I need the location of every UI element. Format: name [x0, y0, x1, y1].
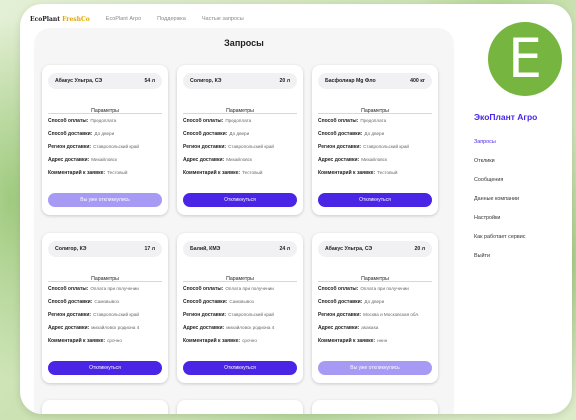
respond-button[interactable]: Откликнуться	[48, 361, 162, 375]
brand-logo[interactable]: EcoPlant FreshCo	[30, 16, 90, 23]
comment-row: Комментарий к заявке: срочно	[183, 338, 257, 344]
divider	[318, 113, 432, 114]
product-name: Балий, КМЭ	[190, 246, 221, 252]
comment-row: Комментарий к заявке: Тестовый	[318, 170, 398, 176]
sidebar-item-how-it-works[interactable]: Как работает сервис	[474, 234, 525, 240]
company-name: ЭкоПлант Агро	[474, 112, 538, 122]
comment-row: Комментарий к заявке: Тестовый	[183, 170, 263, 176]
product-quantity: 400 кг	[410, 78, 425, 84]
respond-button[interactable]: Откликнуться	[183, 193, 297, 207]
payment-row: Способ оплаты: Оплата при получении	[318, 286, 409, 292]
divider	[183, 281, 297, 282]
address-row: Адрес доставки: Михайловск	[318, 157, 387, 163]
card-header: Басфолиар Mg Фло 400 кг	[318, 73, 432, 89]
logo-letter: E	[507, 27, 543, 90]
delivery-row: Способ доставки: До двери	[48, 131, 115, 137]
product-name: Солигор, КЭ	[55, 246, 87, 252]
region-row: Регион доставки: Ставропольский край	[48, 144, 139, 150]
nav-link-agro[interactable]: EcoPlant Агро	[106, 16, 141, 22]
company-logo: E	[488, 22, 562, 96]
divider	[318, 281, 432, 282]
divider	[183, 113, 297, 114]
address-row: Адрес доставки: Михайловск	[183, 157, 252, 163]
product-name: Абакус Ультра, СЭ	[55, 78, 103, 84]
page-title: Запросы	[224, 38, 264, 48]
region-row: Регион доставки: Ставропольский край	[183, 312, 274, 318]
payment-row: Способ оплаты: Оплата при получении	[183, 286, 274, 292]
product-name: Басфолиар Mg Фло	[325, 78, 376, 84]
sidebar: E ЭкоПлант Агро Запросы Отклики Сообщени…	[464, 14, 564, 414]
payment-row: Способ оплаты: Предоплата	[183, 118, 252, 124]
delivery-row: Способ доставки: До двери	[318, 299, 385, 305]
product-name: Абакус Ультра, СЭ	[325, 246, 373, 252]
sidebar-item-requests[interactable]: Запросы	[474, 139, 496, 145]
comment-row: Комментарий к заявке: Тестовый	[48, 170, 128, 176]
region-row: Регион доставки: Ставропольский край	[183, 144, 274, 150]
request-card: Басфолиар Mg Фло 400 кг Параметры Способ…	[312, 65, 438, 215]
delivery-row: Способ доставки: Самовывоз	[183, 299, 254, 305]
sidebar-item-responses[interactable]: Отклики	[474, 158, 495, 164]
card-header: Абакус Ультра, СЭ 20 л	[318, 241, 432, 257]
sidebar-item-company-data[interactable]: Данные компании	[474, 196, 519, 202]
payment-row: Способ оплаты: Предоплата	[318, 118, 387, 124]
address-row: Адрес доставки: Михайловск	[48, 157, 117, 163]
sidebar-item-logout[interactable]: Выйти	[474, 253, 490, 259]
delivery-row: Способ доставки: Самовывоз	[48, 299, 119, 305]
card-header: Солигор, КЭ 20 л	[183, 73, 297, 89]
request-card: Абакус Ультра, СЭ 54 л Параметры Способ …	[42, 65, 168, 215]
requests-panel: Запросы Абакус Ультра, СЭ 54 л Параметры…	[34, 28, 454, 414]
respond-button[interactable]: Вы уже откликнулись	[48, 193, 162, 207]
request-card: Солигор, КЭ 17 л Параметры Способ оплаты…	[42, 233, 168, 383]
nav-link-faq[interactable]: Частые запросы	[202, 16, 244, 22]
request-card: Балий, КМЭ 24 л Параметры Способ оплаты:…	[177, 233, 303, 383]
address-row: Адрес доставки: михайловск родиона 4	[48, 325, 140, 331]
product-quantity: 20 л	[414, 246, 425, 252]
address-row: Адрес доставки: asasasa	[318, 325, 379, 331]
respond-button[interactable]: Вы уже откликнулись	[318, 361, 432, 375]
delivery-row: Способ доставки: До двери	[318, 131, 385, 137]
sidebar-item-settings[interactable]: Настройки	[474, 215, 500, 221]
divider	[48, 113, 162, 114]
product-quantity: 17 л	[144, 246, 155, 252]
comment-row: Комментарий к заявке: срочно	[48, 338, 122, 344]
respond-button[interactable]: Откликнуться	[318, 193, 432, 207]
app-window: EcoPlant FreshCo EcoPlant Агро Поддержка…	[20, 4, 572, 414]
request-card: Абакус Ультра, СЭ 20 л Параметры Способ …	[312, 233, 438, 383]
card-header: Солигор, КЭ 17 л	[48, 241, 162, 257]
payment-row: Способ оплаты: Оплата при получении	[48, 286, 139, 292]
request-card: Солигор, КЭ 20 л Параметры Способ оплаты…	[177, 65, 303, 215]
request-card-partial	[177, 400, 303, 414]
region-row: Регион доставки: Ставропольский край	[318, 144, 409, 150]
card-header: Балий, КМЭ 24 л	[183, 241, 297, 257]
request-card-partial	[312, 400, 438, 414]
delivery-row: Способ доставки: До двери	[183, 131, 250, 137]
region-row: Регион доставки: Москва и Московская обл.	[318, 312, 420, 318]
product-quantity: 54 л	[144, 78, 155, 84]
nav-link-support[interactable]: Поддержка	[157, 16, 186, 22]
address-row: Адрес доставки: михайловск родиона 4	[183, 325, 275, 331]
top-navigation: EcoPlant FreshCo EcoPlant Агро Поддержка…	[30, 12, 244, 26]
card-header: Абакус Ультра, СЭ 54 л	[48, 73, 162, 89]
product-quantity: 24 л	[279, 246, 290, 252]
respond-button[interactable]: Откликнуться	[183, 361, 297, 375]
comment-row: Комментарий к заявке: нннн	[318, 338, 388, 344]
sidebar-item-messages[interactable]: Сообщения	[474, 177, 503, 183]
divider	[48, 281, 162, 282]
payment-row: Способ оплаты: Предоплата	[48, 118, 117, 124]
product-name: Солигор, КЭ	[190, 78, 222, 84]
product-quantity: 20 л	[279, 78, 290, 84]
region-row: Регион доставки: Ставропольский край	[48, 312, 139, 318]
request-card-partial	[42, 400, 168, 414]
